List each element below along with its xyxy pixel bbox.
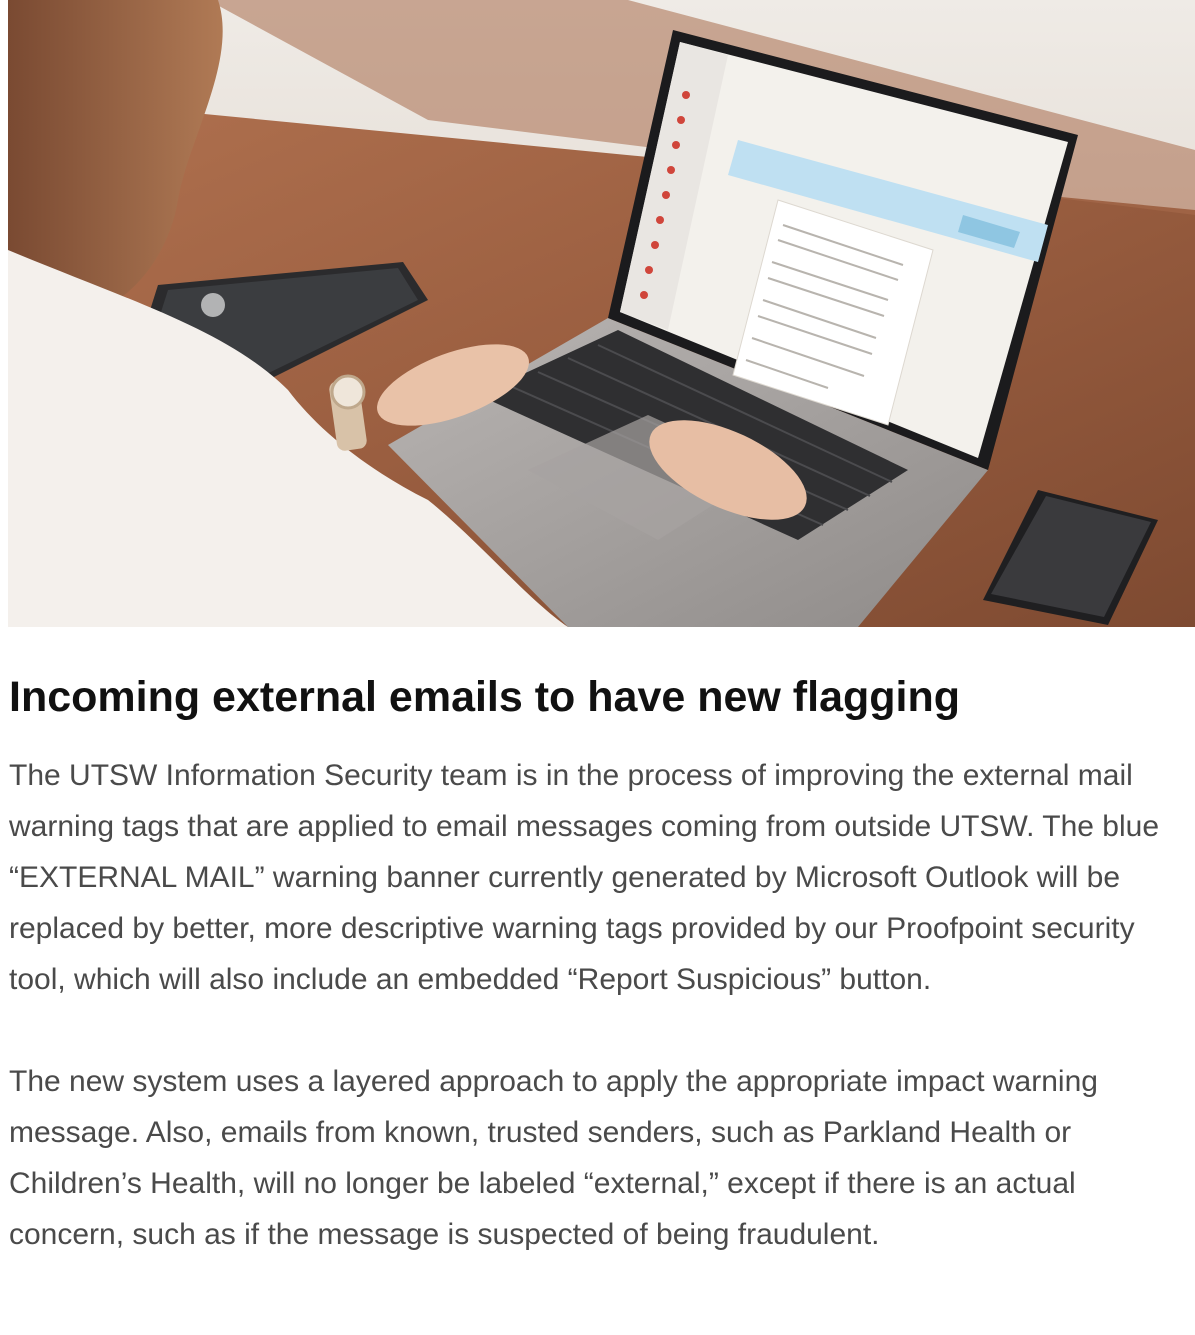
article-paragraph-2: The new system uses a layered approach t…	[9, 1065, 1098, 1251]
article-paragraph-1: The UTSW Information Security team is in…	[9, 759, 1160, 996]
article-body: The UTSW Information Security team is in…	[9, 750, 1189, 1260]
article-title: Incoming external emails to have new fla…	[9, 673, 960, 721]
laptop-photo-illustration	[8, 0, 1195, 627]
hero-image	[8, 0, 1195, 627]
